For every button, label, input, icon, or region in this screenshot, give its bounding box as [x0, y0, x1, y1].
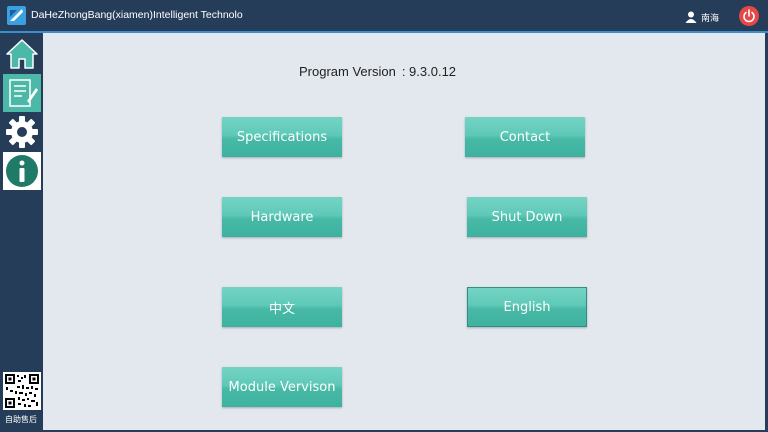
home-icon	[6, 39, 38, 69]
power-button[interactable]	[739, 6, 759, 26]
qr-label: 自助售后	[5, 415, 37, 424]
hardware-button[interactable]: Hardware	[222, 197, 342, 237]
sidebar-item-records[interactable]	[3, 74, 41, 112]
app-logo-icon	[7, 6, 26, 25]
contact-button[interactable]: Contact	[465, 117, 585, 157]
power-icon	[743, 9, 755, 23]
english-language-button[interactable]: English	[467, 287, 587, 327]
program-version: Program Version : 9.3.0.12	[299, 64, 462, 79]
sidebar-item-settings[interactable]	[3, 113, 41, 151]
sidebar-item-info[interactable]	[3, 152, 41, 190]
main-content	[43, 33, 765, 430]
info-icon	[6, 155, 38, 187]
chinese-language-button[interactable]: 中文	[222, 287, 342, 327]
sidebar-item-home[interactable]	[3, 35, 41, 73]
app-title: DaHeZhongBang(xiamen)Intelligent Technol…	[31, 9, 243, 21]
specifications-button[interactable]: Specifications	[222, 117, 342, 157]
edit-document-icon	[9, 79, 38, 107]
shut-down-button[interactable]: Shut Down	[467, 197, 587, 237]
version-label: Program Version	[299, 64, 396, 79]
qr-code	[3, 372, 41, 410]
module-version-button[interactable]: Module Vervison	[222, 367, 342, 407]
gear-icon	[6, 116, 38, 148]
version-value: : 9.3.0.12	[401, 64, 457, 79]
user-name: 南海	[701, 14, 720, 24]
title-bar: DaHeZhongBang(xiamen)Intelligent Technol…	[0, 0, 768, 31]
user-icon	[685, 10, 697, 23]
